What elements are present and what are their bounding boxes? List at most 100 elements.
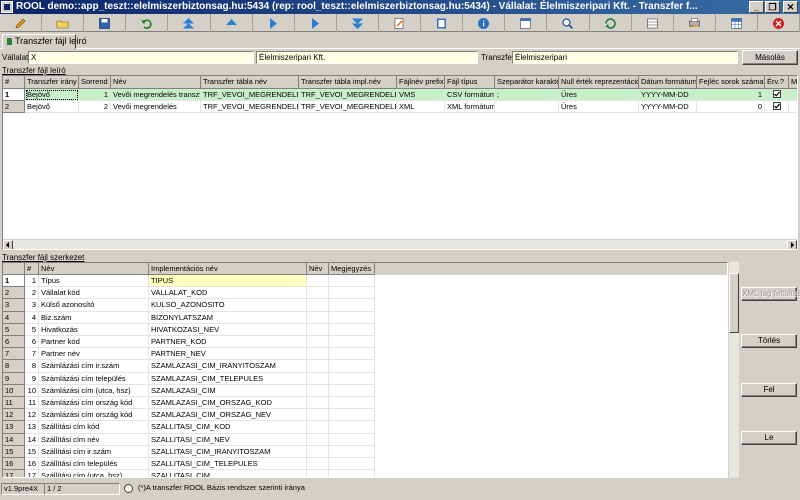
cell-short[interactable] xyxy=(307,348,329,361)
cell-name[interactable]: Partner kód xyxy=(39,336,149,349)
transfer-field[interactable]: Élelmiszeripari xyxy=(512,51,738,64)
cell-name[interactable]: Külső azonosító xyxy=(39,299,149,312)
table-row[interactable]: 17 17 Szállítási cím (utca, hsz) SZALLITASI… xyxy=(3,470,727,477)
cell-note[interactable] xyxy=(329,336,375,349)
cell-note[interactable] xyxy=(329,445,375,458)
copy-button[interactable]: Másolás xyxy=(742,50,798,65)
row-number[interactable]: 3 xyxy=(3,299,25,312)
toolbar-button-last[interactable] xyxy=(295,14,337,32)
column-header[interactable]: Implementációs név xyxy=(149,263,307,275)
table-row[interactable]: 9 9 Számlázási cím település SZAMLAZASI_CIM… xyxy=(3,372,727,385)
toolbar-button-export[interactable] xyxy=(379,14,422,32)
row-number[interactable]: 16 xyxy=(3,458,25,471)
company-code-field[interactable]: X xyxy=(28,51,254,64)
table-row[interactable]: 5 5 Hivatkozás HIVATKOZASI_NEV xyxy=(3,323,727,336)
cell-valid[interactable] xyxy=(765,89,789,101)
minimize-button[interactable]: _ xyxy=(749,1,764,13)
toolbar-button-form[interactable] xyxy=(463,14,506,32)
toolbar-button-list[interactable] xyxy=(590,14,632,32)
cell-short[interactable] xyxy=(307,421,329,434)
row-number[interactable]: 1 xyxy=(3,89,25,101)
row-number[interactable]: 1 xyxy=(3,275,25,288)
xml-tag-fill-button[interactable]: XML tag feltöltés xyxy=(741,287,800,301)
row-number[interactable]: 8 xyxy=(3,360,25,373)
column-header[interactable]: Szeparátor karakter xyxy=(495,76,559,89)
cell-type[interactable]: XML formátum xyxy=(445,101,495,113)
cell-name[interactable]: Számlázási cím ir.szám xyxy=(39,360,149,373)
cell-short[interactable] xyxy=(307,311,329,324)
row-number[interactable]: 15 xyxy=(3,445,25,458)
cell-note[interactable] xyxy=(329,348,375,361)
cell-note[interactable] xyxy=(329,421,375,434)
cell-m[interactable] xyxy=(789,101,797,113)
column-header[interactable]: Név xyxy=(111,76,201,89)
table-row[interactable]: 14 14 Szállítási cím név SZALLITASI_CIM_NEV xyxy=(3,433,727,446)
cell-name[interactable]: Típus xyxy=(39,275,149,288)
row-number[interactable]: 13 xyxy=(3,421,25,434)
column-header[interactable]: Null érték reprezentáció xyxy=(559,76,639,89)
row-number[interactable]: 12 xyxy=(3,409,25,422)
cell-name[interactable]: Partner név xyxy=(39,348,149,361)
cell-impl[interactable]: VALLALAT_KOD xyxy=(149,287,307,300)
table-row[interactable]: 1 1 Típus TIPUS xyxy=(3,275,727,288)
column-header[interactable]: Fájlnév prefix xyxy=(397,76,445,89)
table-row[interactable]: 7 7 Partner név PARTNER_NEV xyxy=(3,348,727,361)
toolbar-button-print[interactable] xyxy=(632,14,674,32)
cell-name[interactable]: Szállítási cím név xyxy=(39,433,149,446)
cell-impl[interactable]: TRF_VEVOI_MEGRENDELES xyxy=(299,89,397,101)
column-header[interactable]: Érv.? xyxy=(765,76,789,89)
row-number[interactable]: 17 xyxy=(3,470,25,477)
cell-name[interactable]: Hivatkozás xyxy=(39,323,149,336)
cell-short[interactable] xyxy=(307,275,329,288)
cell-null[interactable]: Üres xyxy=(559,101,639,113)
cell-valid[interactable] xyxy=(765,101,789,113)
row-number[interactable]: 5 xyxy=(3,323,25,336)
restore-button[interactable]: ❐ xyxy=(765,1,780,13)
cell-seq[interactable]: 16 xyxy=(25,458,39,471)
move-up-button[interactable]: Fel xyxy=(741,383,797,397)
cell-short[interactable] xyxy=(307,458,329,471)
cell-headers[interactable]: 1 xyxy=(697,89,765,101)
cell-order[interactable]: 1 xyxy=(79,89,111,101)
cell-note[interactable] xyxy=(329,311,375,324)
row-number[interactable]: 2 xyxy=(3,101,25,113)
vertical-scrollbar[interactable] xyxy=(728,262,739,478)
scroll-right-button[interactable] xyxy=(787,240,797,249)
cell-short[interactable] xyxy=(307,445,329,458)
cell-seq[interactable]: 10 xyxy=(25,384,39,397)
cell-seq[interactable]: 15 xyxy=(25,445,39,458)
table-row[interactable]: 6 6 Partner kód PARTNER_KOD xyxy=(3,336,727,349)
column-header[interactable]: M xyxy=(789,76,797,89)
cell-seq[interactable]: 13 xyxy=(25,421,39,434)
cell-short[interactable] xyxy=(307,299,329,312)
cell-name[interactable]: Vállalat kód xyxy=(39,287,149,300)
cell-impl[interactable]: SZAMLAZASI_CIM_ORSZAG_NEV xyxy=(149,409,307,422)
cell-name[interactable]: Biz.szám xyxy=(39,311,149,324)
cell-name[interactable]: Szállítási cím (utca, hsz) xyxy=(39,470,149,477)
company-name-field[interactable]: Élelmiszeripari Kft. xyxy=(256,51,478,64)
cell-seq[interactable]: 6 xyxy=(25,336,39,349)
table-row[interactable]: 16 16 Szállítási cím település SZALLITASI_C… xyxy=(3,458,727,471)
delete-button[interactable]: Törlés xyxy=(741,334,797,348)
cell-short[interactable] xyxy=(307,372,329,385)
row-number[interactable]: 10 xyxy=(3,384,25,397)
cell-note[interactable] xyxy=(329,433,375,446)
cell-note[interactable] xyxy=(329,409,375,422)
cell-prefix[interactable]: VMS xyxy=(397,89,445,101)
cell-table[interactable]: TRF_VEVOI_MEGRENDELES xyxy=(201,101,299,113)
cell-impl[interactable]: SZALLITASI_CIM_NEV xyxy=(149,433,307,446)
cell-seq[interactable]: 9 xyxy=(25,372,39,385)
toolbar-button-next[interactable] xyxy=(253,14,295,32)
toolbar-button-info[interactable] xyxy=(421,14,464,32)
table-row[interactable]: 1 Bejövő 1 Vevői megrendelés transzfer TRF_V… xyxy=(3,89,797,101)
column-header[interactable]: Név xyxy=(307,263,329,275)
row-number[interactable]: 6 xyxy=(3,336,25,349)
toolbar-button-save[interactable] xyxy=(84,14,127,32)
toolbar-button-refresh[interactable] xyxy=(547,14,590,32)
cell-null[interactable]: Üres xyxy=(559,89,639,101)
row-number[interactable]: 11 xyxy=(3,397,25,410)
cell-impl[interactable]: SZALLITASI_CIM_TELEPULES xyxy=(149,458,307,471)
cell-sep[interactable] xyxy=(495,101,559,113)
cell-seq[interactable]: 14 xyxy=(25,433,39,446)
cell-note[interactable] xyxy=(329,470,375,477)
